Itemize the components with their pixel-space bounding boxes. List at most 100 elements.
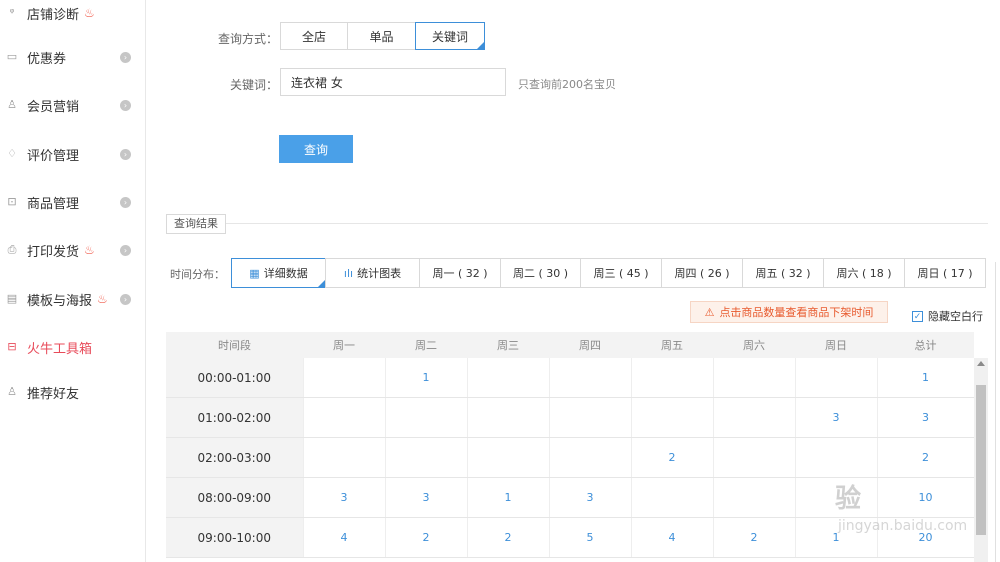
- count-cell[interactable]: 5: [549, 517, 632, 558]
- sidebar-item-label: 商品管理: [27, 196, 80, 212]
- count-cell[interactable]: 2: [385, 517, 468, 558]
- chevron-right-icon[interactable]: ›: [120, 51, 131, 63]
- count-cell: [713, 437, 796, 478]
- chevron-right-icon[interactable]: ›: [120, 293, 131, 305]
- count-cell: [713, 397, 796, 438]
- query-mode-option[interactable]: 单品: [347, 22, 416, 50]
- count-cell[interactable]: 3: [877, 397, 975, 438]
- table-row: 00:00-01:00 1 1: [166, 358, 975, 398]
- warning-icon: ⚠: [704, 305, 715, 319]
- checkbox-icon[interactable]: ✓: [912, 310, 923, 322]
- sidebar-item[interactable]: ♙ 推荐好友: [0, 372, 145, 412]
- table-header-cell: 周日: [795, 332, 877, 358]
- time-slot-cell: 00:00-01:00: [166, 358, 304, 398]
- query-button[interactable]: 查询: [279, 135, 353, 163]
- results-section-title: 查询结果: [166, 214, 226, 234]
- count-cell: [385, 437, 468, 478]
- sidebar-item-label: 优惠券: [27, 51, 67, 67]
- sidebar-item-label: 打印发货: [27, 244, 80, 260]
- count-cell[interactable]: 2: [877, 437, 975, 478]
- query-mode-option-label: 全店: [301, 29, 326, 44]
- query-mode-label: 查询方式：: [217, 32, 278, 46]
- count-cell: [303, 437, 386, 478]
- time-distribution-label: 时间分布：: [170, 268, 225, 281]
- count-cell: [549, 397, 632, 438]
- count-cell[interactable]: 1: [385, 358, 468, 398]
- time-tab[interactable]: ılı 统计图表: [325, 258, 420, 288]
- count-cell: [549, 358, 632, 398]
- flame-icon: ♨: [84, 6, 95, 20]
- keyword-input[interactable]: [280, 68, 506, 96]
- time-tab[interactable]: 周二 ( 30 ): [500, 258, 581, 288]
- time-slot-cell: 09:00-10:00: [166, 517, 304, 558]
- query-mode-option[interactable]: 全店: [280, 22, 348, 50]
- query-mode-option[interactable]: 关键词: [415, 22, 485, 50]
- count-cell[interactable]: 3: [795, 397, 878, 438]
- hide-empty-toggle[interactable]: ✓ 隐藏空白行: [912, 308, 983, 324]
- watermark-logo: 验: [835, 484, 862, 514]
- selected-corner-icon: [477, 42, 484, 49]
- time-tab[interactable]: ▦ 详细数据: [231, 258, 326, 288]
- table-row: 02:00-03:00 2 2: [166, 437, 975, 478]
- chevron-right-icon[interactable]: ›: [120, 148, 131, 160]
- time-tab[interactable]: 周一 ( 32 ): [419, 258, 501, 288]
- count-cell[interactable]: 3: [303, 477, 386, 518]
- chevron-right-icon[interactable]: ›: [120, 196, 131, 208]
- count-cell: [467, 397, 550, 438]
- sidebar-item[interactable]: ⎙ 打印发货 ♨ ›: [0, 230, 145, 270]
- count-cell[interactable]: 4: [631, 517, 714, 558]
- chevron-right-icon[interactable]: ›: [120, 99, 131, 111]
- bar-chart-icon: ılı: [343, 266, 354, 280]
- table-header-cell: 周四: [549, 332, 631, 358]
- time-tab-label: 周二 ( 30 ): [512, 267, 569, 280]
- count-cell[interactable]: 2: [713, 517, 796, 558]
- count-cell[interactable]: 10: [877, 477, 975, 518]
- time-tab[interactable]: 周三 ( 45 ): [580, 258, 662, 288]
- query-mode-option-label: 关键词: [431, 29, 468, 44]
- sidebar-item-label: 会员营销: [27, 99, 80, 115]
- count-cell[interactable]: 2: [467, 517, 550, 558]
- count-cell[interactable]: 2: [631, 437, 714, 478]
- scroll-up-icon[interactable]: [977, 361, 985, 366]
- warning-text: 点击商品数量查看商品下架时间: [719, 306, 874, 319]
- sidebar-item[interactable]: ♢ 评价管理 ›: [0, 134, 145, 174]
- table-icon: ▦: [249, 266, 260, 280]
- count-cell: [385, 397, 468, 438]
- count-cell: [631, 477, 714, 518]
- time-slot-cell: 02:00-03:00: [166, 437, 304, 478]
- sidebar-item[interactable]: ♙ 会员营销 ›: [0, 85, 145, 125]
- count-cell: [631, 397, 714, 438]
- count-cell[interactable]: 3: [385, 477, 468, 518]
- chevron-right-icon[interactable]: ›: [120, 244, 131, 256]
- time-tab-label: 详细数据: [263, 267, 308, 280]
- sidebar-item-label: 推荐好友: [27, 386, 80, 402]
- scroll-thumb[interactable]: [976, 385, 986, 535]
- sidebar-item[interactable]: ⊟ 火牛工具箱: [0, 327, 145, 367]
- sidebar-item[interactable]: ⊡ 商品管理 ›: [0, 182, 145, 222]
- table-header-cell: 周三: [467, 332, 549, 358]
- sidebar-item[interactable]: ᵠ 店铺诊断 ♨: [0, 0, 145, 33]
- count-cell[interactable]: 1: [467, 477, 550, 518]
- warning-banner: ⚠ 点击商品数量查看商品下架时间: [690, 301, 888, 323]
- sidebar-item[interactable]: ▭ 优惠券 ›: [0, 37, 145, 77]
- sidebar: ᵠ 店铺诊断 ♨ ▭ 优惠券 › ♙ 会员营销 › ♢ 评价管理 › ⊡ 商品管理 › ⎙ 打印发货 ♨ › ▤ 模板与…: [0, 0, 146, 562]
- selected-corner-icon: [318, 280, 325, 287]
- review-icon: ♢: [7, 147, 17, 160]
- user-icon: ♙: [7, 98, 17, 111]
- time-slot-cell: 08:00-09:00: [166, 477, 304, 518]
- count-cell[interactable]: 1: [877, 358, 975, 398]
- time-tab[interactable]: 周五 ( 32 ): [742, 258, 824, 288]
- table-scrollbar[interactable]: [974, 358, 988, 562]
- time-tab[interactable]: 周六 ( 18 ): [823, 258, 905, 288]
- count-cell[interactable]: 4: [303, 517, 386, 558]
- sidebar-item-label: 火牛工具箱: [27, 341, 93, 357]
- count-cell[interactable]: 3: [549, 477, 632, 518]
- table-header-cell: 总计: [877, 332, 974, 358]
- count-cell: [303, 358, 386, 398]
- time-tab[interactable]: 周日 ( 17 ): [904, 258, 986, 288]
- time-tab[interactable]: 周四 ( 26 ): [661, 258, 743, 288]
- sidebar-item[interactable]: ▤ 模板与海报 ♨ ›: [0, 279, 145, 319]
- template-icon: ▤: [6, 292, 18, 305]
- hide-empty-label: 隐藏空白行: [928, 310, 983, 323]
- coupon-icon: ▭: [6, 50, 18, 63]
